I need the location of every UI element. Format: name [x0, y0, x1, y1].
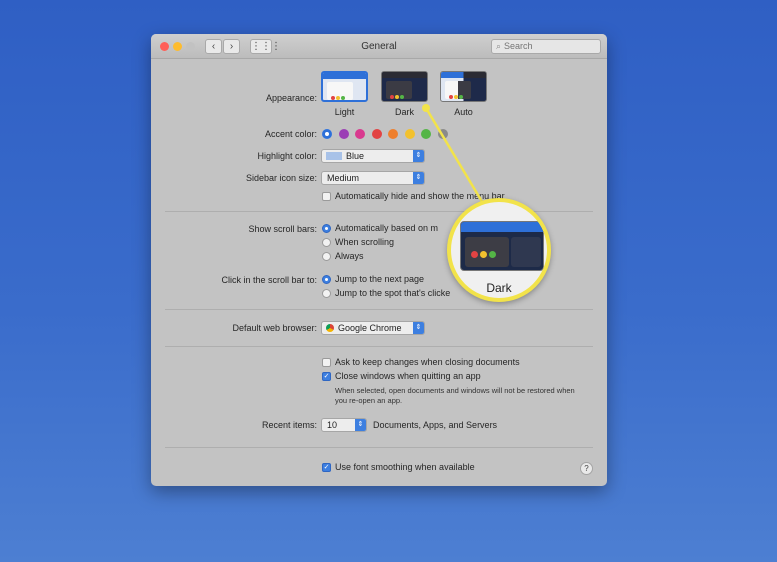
callout-connector — [422, 104, 489, 211]
dark-mode-magnifier: Dark — [447, 198, 551, 302]
dark-mode-zoomed-caption: Dark — [486, 281, 512, 295]
dark-mode-zoomed-thumbnail — [460, 221, 544, 271]
callout-dot — [422, 104, 430, 112]
callout-line — [424, 107, 489, 211]
